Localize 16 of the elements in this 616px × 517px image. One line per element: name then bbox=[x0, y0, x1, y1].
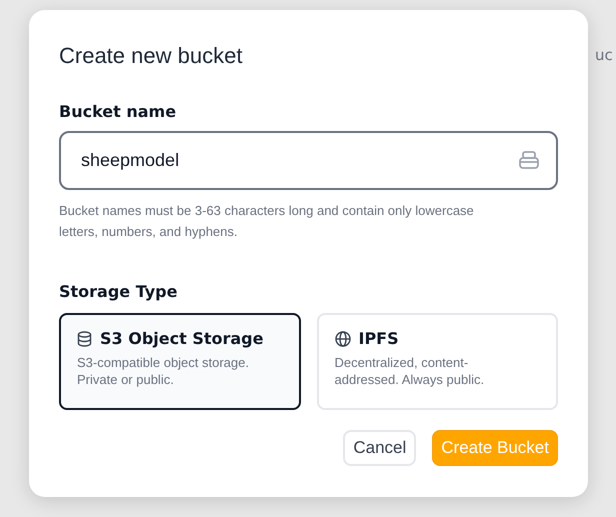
bucket-name-field[interactable]: sheepmodel bbox=[59, 131, 558, 190]
storage-option-card[interactable]: IPFS Decentralized, content-addressed. Always public. bbox=[316, 313, 558, 410]
dialog-title: Create new bucket bbox=[59, 42, 244, 70]
storage-option-card[interactable]: S3 Object Storage S3-compatible object storage. Private or public. bbox=[59, 313, 300, 410]
option-description: Decentralized, content-addressed. Always public. bbox=[334, 354, 486, 388]
background-text: uc bbox=[595, 46, 613, 64]
database-icon bbox=[77, 330, 92, 346]
stack-icon bbox=[518, 149, 540, 171]
section-label: Storage Type bbox=[59, 282, 178, 301]
globe-icon bbox=[334, 330, 350, 346]
cancel-button[interactable]: Cancel bbox=[343, 430, 416, 466]
field-hint: Bucket names must be 3-63 characters long and contain only lowercase letters, numbers, and hyphens. bbox=[59, 202, 475, 241]
field-label: Bucket name bbox=[59, 102, 178, 121]
option-description: S3-compatible object storage. Private or public. bbox=[77, 354, 250, 388]
option-title: S3 Object Storage bbox=[100, 329, 264, 348]
option-title: IPFS bbox=[358, 329, 399, 348]
